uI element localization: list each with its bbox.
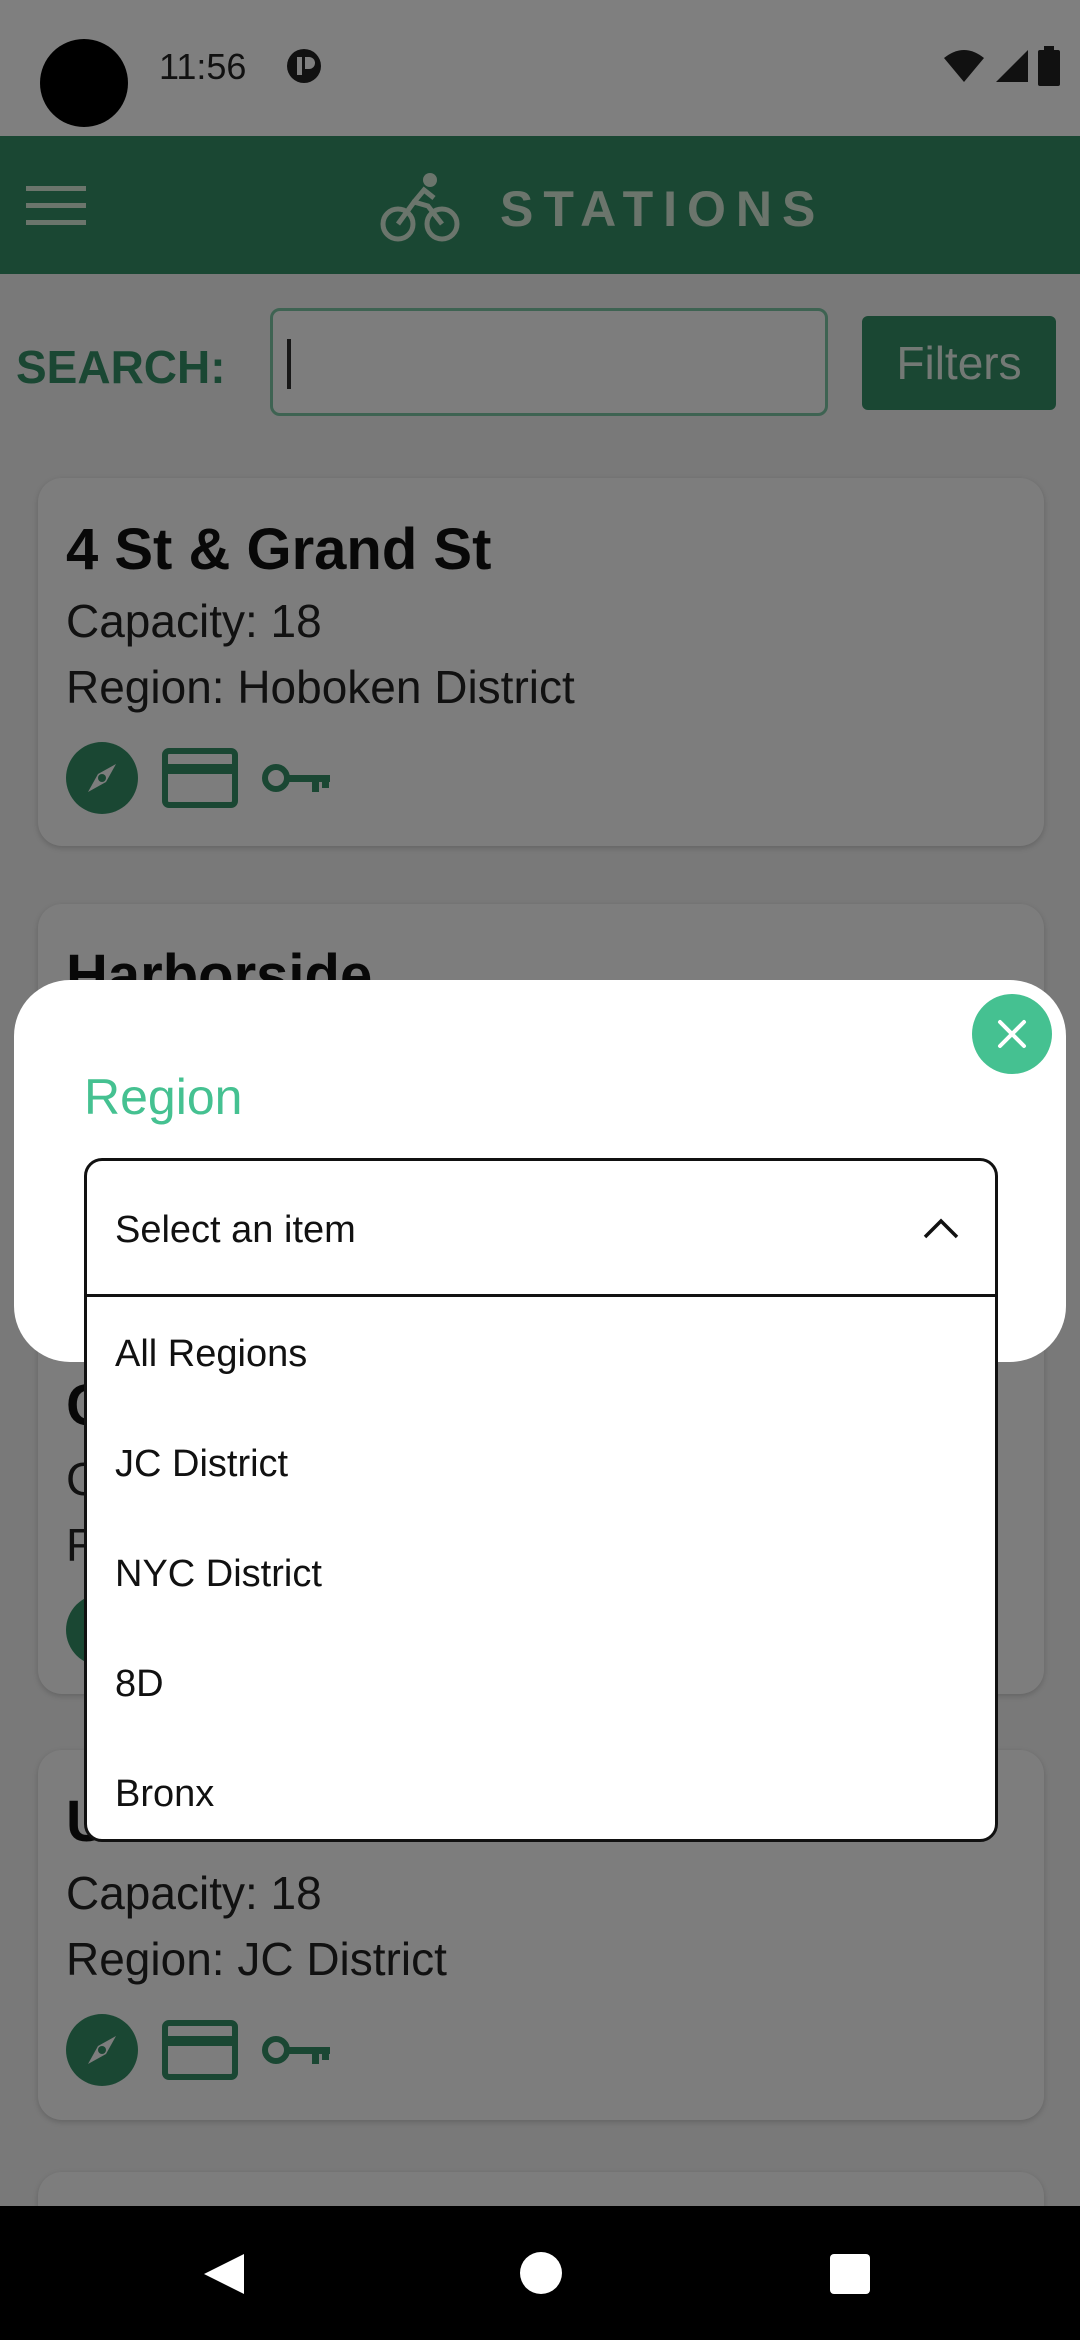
option-label: Bronx bbox=[115, 1773, 215, 1815]
recents-icon[interactable] bbox=[830, 2254, 870, 2294]
dropdown-option[interactable]: 8D bbox=[87, 1627, 995, 1737]
option-label: NYC District bbox=[115, 1553, 322, 1595]
screen: 11:56 bbox=[0, 0, 1080, 2340]
close-icon bbox=[998, 1020, 1026, 1048]
system-nav-bar bbox=[0, 2206, 1080, 2340]
dropdown-option[interactable]: NYC District bbox=[87, 1517, 995, 1627]
dropdown-header[interactable]: Select an item bbox=[87, 1161, 995, 1297]
region-dropdown[interactable]: Select an item All Regions JC District N… bbox=[84, 1158, 998, 1842]
dropdown-placeholder: Select an item bbox=[115, 1209, 356, 1251]
region-label: Region bbox=[84, 1069, 243, 1125]
close-button[interactable] bbox=[972, 994, 1052, 1074]
dropdown-option[interactable]: Bronx bbox=[87, 1737, 995, 1839]
option-label: All Regions bbox=[115, 1333, 308, 1375]
home-icon[interactable] bbox=[520, 2252, 562, 2294]
option-label: 8D bbox=[115, 1663, 164, 1705]
option-label: JC District bbox=[115, 1443, 289, 1485]
chevron-up-icon[interactable] bbox=[921, 1209, 961, 1249]
dropdown-option[interactable]: All Regions bbox=[87, 1297, 995, 1407]
back-icon[interactable] bbox=[200, 2250, 248, 2298]
dropdown-option[interactable]: JC District bbox=[87, 1407, 995, 1517]
